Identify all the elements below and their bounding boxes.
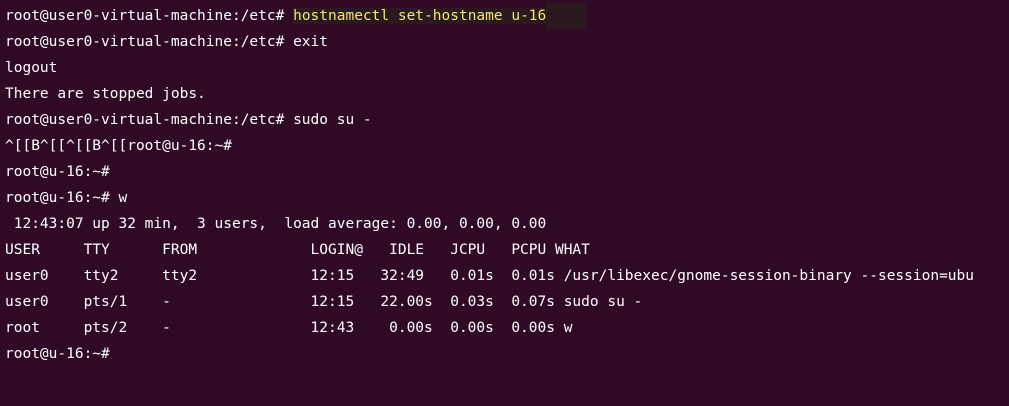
terminal-line: root@user0-virtual-machine:/etc# hostnam… bbox=[5, 3, 1009, 29]
shell-prompt: root@user0-virtual-machine:/etc# bbox=[5, 8, 294, 24]
w-table-row: user0 pts/1 - 12:15 22.00s 0.03s 0.07s s… bbox=[5, 294, 643, 310]
terminal-line: There are stopped jobs. bbox=[5, 86, 206, 102]
terminal-window[interactable]: root@user0-virtual-machine:/etc# hostnam… bbox=[0, 0, 1009, 406]
terminal-line: ^[[B^[[^[[B^[[root@u-16:~# bbox=[5, 138, 232, 154]
terminal-line: root@u-16:~# bbox=[5, 164, 110, 180]
uptime-line: 12:43:07 up 32 min, 3 users, load averag… bbox=[5, 216, 547, 232]
highlighted-command: hostnamectl set-hostname u-16 bbox=[293, 8, 547, 24]
w-table-row: root pts/2 - 12:43 0.00s 0.00s 0.00s w bbox=[5, 320, 573, 336]
w-table-header: USER TTY FROM LOGIN@ IDLE JCPU PCPU WHAT bbox=[5, 242, 590, 258]
terminal-line: root@user0-virtual-machine:/etc# exit bbox=[5, 34, 329, 50]
w-table-row: user0 tty2 tty2 12:15 32:49 0.01s 0.01s … bbox=[5, 268, 975, 284]
terminal-line: root@user0-virtual-machine:/etc# sudo su… bbox=[5, 112, 372, 128]
terminal-line: logout bbox=[5, 60, 58, 76]
current-prompt[interactable]: root@u-16:~# bbox=[5, 341, 1009, 367]
selection-highlight bbox=[546, 3, 587, 29]
terminal-line: root@u-16:~# w bbox=[5, 190, 128, 206]
